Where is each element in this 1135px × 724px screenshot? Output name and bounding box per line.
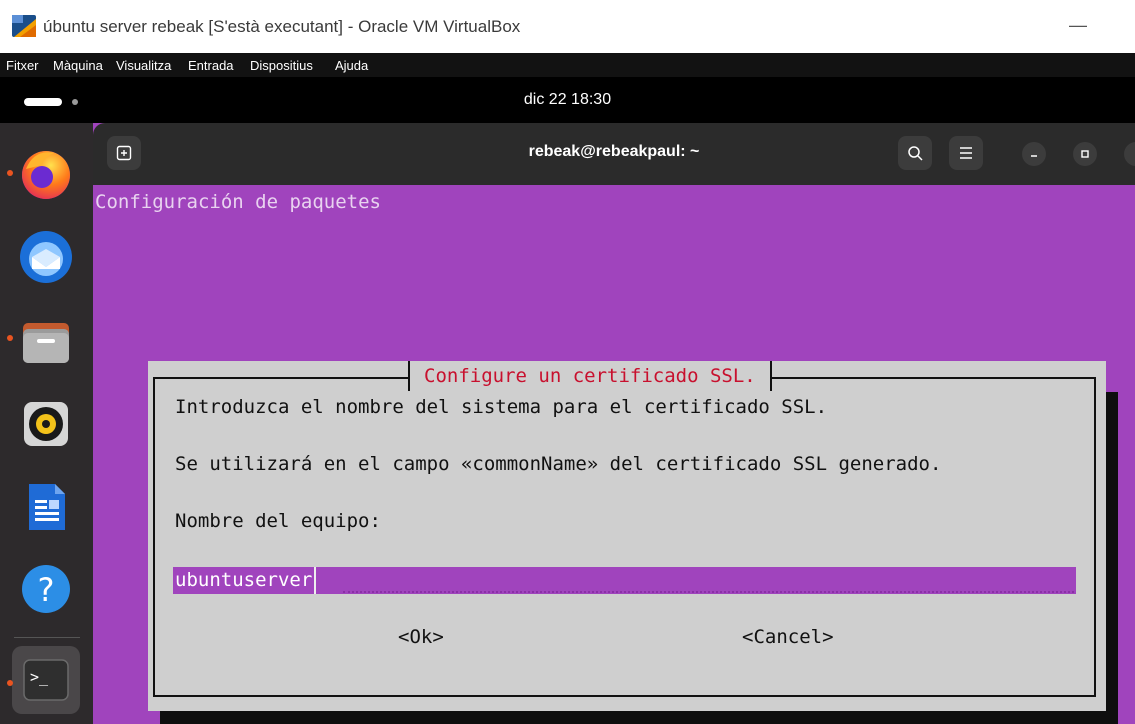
firefox-icon <box>22 151 70 199</box>
search-icon <box>908 146 923 161</box>
dock-item-help[interactable]: ? <box>12 555 80 623</box>
dock-item-rhythmbox[interactable] <box>12 390 80 458</box>
minimize-icon <box>1031 155 1037 157</box>
menu-fitxer[interactable]: Fitxer <box>6 58 39 73</box>
search-button[interactable] <box>898 136 932 170</box>
ok-button[interactable]: <Ok> <box>398 626 444 648</box>
menu-visualitza[interactable]: Visualitza <box>116 58 171 73</box>
files-icon <box>23 323 69 363</box>
help-icon: ? <box>22 565 70 613</box>
hostname-input[interactable]: ubuntuserver <box>173 567 1076 594</box>
dialog-title: Configure un certificado SSL. <box>424 365 756 387</box>
dock-item-writer[interactable] <box>12 473 80 541</box>
menu-button[interactable] <box>949 136 983 170</box>
dock-item-terminal[interactable]: >_ <box>12 646 80 714</box>
menu-entrada[interactable]: Entrada <box>188 58 234 73</box>
terminal-glyph: >_ <box>30 668 49 686</box>
package-config-title: Configuración de paquetes <box>95 191 381 213</box>
terminal-icon: >_ <box>23 659 69 701</box>
menu-dispositius[interactable]: Dispositius <box>250 58 313 73</box>
dialog-description: Se utilizará en el campo «commonName» de… <box>175 453 942 475</box>
clock[interactable]: dic 22 18:30 <box>0 91 1135 109</box>
hostname-label: Nombre del equipo: <box>175 510 381 532</box>
host-window-titlebar: úbuntu server rebeak [S'està executant] … <box>0 0 1135 53</box>
maximize-window-button[interactable] <box>1073 142 1097 166</box>
window-title: úbuntu server rebeak [S'està executant] … <box>43 17 521 36</box>
virtualbox-logo-icon <box>12 15 36 37</box>
terminal-headerbar: rebeak@rebeakpaul: ~ <box>93 123 1135 185</box>
ubuntu-dock: ? >_ <box>0 123 93 724</box>
minimize-button[interactable]: — <box>1060 10 1096 42</box>
terminal-window: rebeak@rebeakpaul: ~ Configuración de pa… <box>93 123 1135 724</box>
dialog-frame <box>153 377 1096 697</box>
thunderbird-icon <box>20 231 72 283</box>
dock-item-thunderbird[interactable] <box>12 223 80 291</box>
running-indicator <box>7 170 13 176</box>
dialog-instruction: Introduzca el nombre del sistema para el… <box>175 396 828 418</box>
help-glyph: ? <box>38 571 55 609</box>
ubuntu-topbar: dic 22 18:30 <box>0 77 1135 123</box>
rhythmbox-icon <box>24 402 68 446</box>
dock-separator <box>14 637 80 638</box>
input-fill-underline <box>343 591 1074 593</box>
maximize-icon <box>1081 150 1089 158</box>
ssl-config-dialog: Configure un certificado SSL. Introduzca… <box>148 361 1106 711</box>
dock-item-firefox[interactable] <box>12 139 80 207</box>
cancel-button[interactable]: <Cancel> <box>742 626 834 648</box>
dialog-title-box: Configure un certificado SSL. <box>408 361 772 391</box>
menu-maquina[interactable]: Màquina <box>53 58 103 73</box>
close-window-button[interactable] <box>1124 142 1135 166</box>
hamburger-menu-icon <box>960 147 972 159</box>
running-indicator <box>7 335 13 341</box>
virtualbox-menubar: Fitxer Màquina Visualitza Entrada Dispos… <box>0 53 1135 77</box>
menu-ajuda[interactable]: Ajuda <box>335 58 368 73</box>
hostname-input-value: ubuntuserver <box>173 567 317 594</box>
dock-item-files[interactable] <box>12 306 80 374</box>
running-indicator <box>7 680 13 686</box>
minimize-window-button[interactable] <box>1022 142 1046 166</box>
libreoffice-writer-icon <box>29 484 65 530</box>
